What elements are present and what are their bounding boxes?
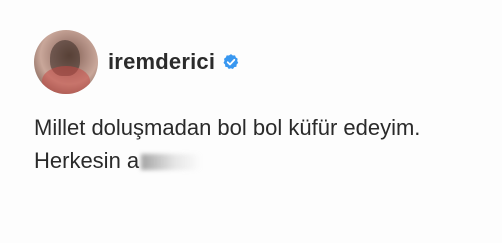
post-header: iremderici <box>34 30 240 94</box>
avatar[interactable] <box>34 30 98 94</box>
post-card: iremderici Millet doluşmadan bol bol küf… <box>0 0 502 243</box>
username[interactable]: iremderici <box>108 49 215 75</box>
post-text-line-1: Millet doluşmadan bol bol küfür edeyim. <box>34 115 421 140</box>
verified-badge-icon <box>223 54 239 70</box>
author-info: iremderici <box>108 49 240 75</box>
post-text: Millet doluşmadan bol bol küfür edeyim. … <box>34 111 494 177</box>
blurred-text <box>141 154 202 170</box>
post-text-line-2-visible: Herkesin a <box>34 148 140 173</box>
post-text-line-2: Herkesin a <box>34 144 494 177</box>
